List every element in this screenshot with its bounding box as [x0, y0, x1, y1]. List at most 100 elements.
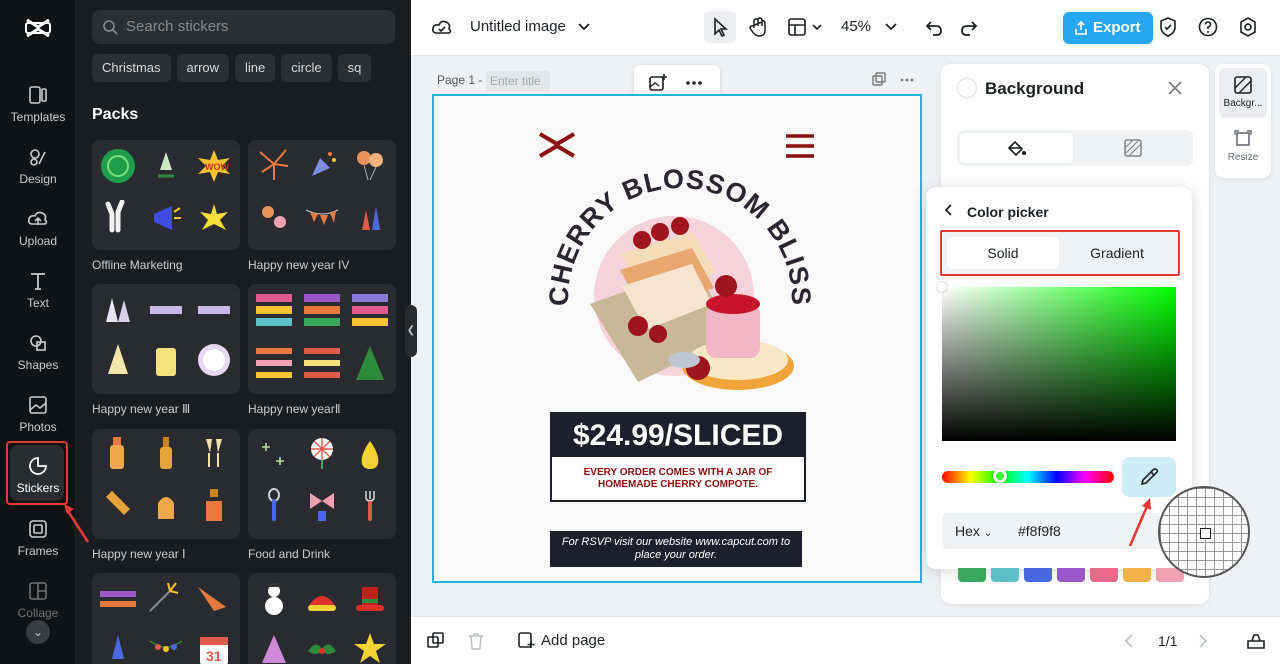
magnifier-target-pixel	[1200, 528, 1211, 539]
chevron-down-icon[interactable]	[806, 16, 828, 38]
page-more-icon[interactable]	[899, 72, 915, 88]
color-swatch[interactable]	[1024, 568, 1052, 582]
hue-handle[interactable]	[993, 469, 1007, 483]
sticker-tree-2	[262, 635, 286, 663]
sticker-rocket	[158, 152, 174, 178]
page-title-placeholder: Enter title	[490, 74, 541, 88]
layers-icon[interactable]	[426, 631, 446, 651]
hue-slider[interactable]	[942, 469, 1114, 483]
undo-icon[interactable]	[923, 16, 945, 38]
hand-pan-icon[interactable]	[747, 16, 769, 38]
pack-card[interactable]: Happy new year IV	[248, 140, 396, 272]
more-options-icon[interactable]	[684, 73, 704, 93]
chip[interactable]: line	[235, 54, 276, 82]
sticker-flowers	[262, 206, 286, 228]
chip[interactable]: Christmas	[92, 54, 171, 82]
eyedropper-button[interactable]	[1122, 457, 1176, 497]
add-page-button[interactable]: Add page	[517, 632, 605, 649]
zoom-level[interactable]: 45%	[841, 18, 871, 35]
price-text: $24.99/SLICED	[552, 414, 804, 457]
search-input[interactable]: Search stickers	[92, 10, 395, 44]
design-canvas[interactable]: CHERRY BLOSSOM BLISS $24.99/SLICED EVERY…	[432, 94, 922, 583]
rail-item-templates[interactable]: Templates	[0, 84, 76, 144]
image-pattern-icon[interactable]	[1123, 138, 1143, 158]
chevron-down-icon[interactable]	[573, 16, 595, 38]
sticker-cognac	[158, 497, 174, 519]
duplicate-page-icon[interactable]	[871, 72, 887, 88]
templates-icon	[29, 86, 47, 104]
capcut-logo[interactable]	[24, 14, 52, 42]
pack-card[interactable]: Food and Drink	[248, 429, 396, 561]
saturation-value-area[interactable]	[937, 282, 1176, 441]
right-rail-label: Backgr...	[1223, 98, 1263, 109]
price-subtext: EVERY ORDER COMES WITH A JAR OF HOMEMADE…	[583, 467, 773, 490]
background-color-swatch[interactable]	[957, 78, 977, 98]
layout-icon[interactable]	[786, 16, 808, 38]
rail-item-design[interactable]: Design	[0, 146, 76, 206]
page-panel-icon[interactable]	[1246, 631, 1266, 651]
sticker-happy-new-year-text	[256, 294, 292, 326]
redo-icon[interactable]	[958, 16, 980, 38]
pack-card[interactable]	[248, 573, 396, 664]
cloud-save-icon[interactable]	[431, 16, 453, 38]
hex-value-input[interactable]: #f8f9f8	[1018, 523, 1061, 539]
rail-item-label: Collage	[17, 606, 59, 620]
chevron-down-icon[interactable]: ⌄	[26, 620, 50, 644]
gradient-tab[interactable]: Gradient	[1061, 237, 1173, 269]
search-placeholder: Search stickers	[126, 18, 229, 35]
frames-icon	[29, 520, 47, 538]
page-title-input[interactable]: Enter title	[486, 71, 550, 91]
sticker-happy-new-year-text-3	[352, 294, 388, 326]
color-swatch[interactable]	[1123, 568, 1151, 582]
sticker-party-hats	[106, 298, 130, 322]
rail-item-shapes[interactable]: Shapes	[0, 332, 76, 392]
sticker-happy-new-year-text-4	[256, 348, 292, 378]
gear-icon[interactable]	[1237, 16, 1259, 38]
close-icon[interactable]	[1165, 78, 1185, 98]
next-page-icon[interactable]	[1196, 633, 1210, 649]
sticker-sparkles	[262, 443, 284, 465]
right-rail-resize[interactable]: Resize	[1219, 122, 1267, 172]
pack-card[interactable]: Happy new yearⅡ	[248, 284, 396, 416]
pack-card[interactable]: Happy new year Ⅲ	[92, 284, 240, 416]
back-arrow-icon[interactable]	[942, 203, 956, 217]
pack-name: Happy new year IV	[248, 258, 350, 272]
color-swatch[interactable]	[1057, 568, 1085, 582]
color-swatch[interactable]	[958, 568, 986, 582]
add-image-icon[interactable]	[648, 73, 668, 93]
chip[interactable]: sq	[337, 54, 372, 82]
pack-card[interactable]: WOW Offline Marketing	[92, 140, 240, 272]
pack-card[interactable]: 31	[92, 573, 240, 664]
document-title[interactable]: Untitled image	[470, 18, 566, 35]
color-swatch[interactable]	[1090, 568, 1118, 582]
rail-item-upload[interactable]: Upload	[0, 208, 76, 268]
delete-icon[interactable]	[466, 631, 486, 651]
sticker-spoon	[268, 488, 280, 521]
help-icon[interactable]	[1197, 16, 1219, 38]
color-swatch[interactable]	[991, 568, 1019, 582]
sticker-green-disc	[101, 149, 135, 183]
pack-name: Happy new yearⅡ	[248, 402, 341, 416]
export-button[interactable]: Export	[1063, 12, 1153, 44]
rail-item-stickers[interactable]: Stickers	[0, 441, 76, 505]
sticker-peace-hand	[105, 200, 125, 233]
color-mode-select[interactable]: Hex ⌄	[955, 523, 992, 539]
chevron-down-icon[interactable]	[880, 16, 902, 38]
right-rail: Backgr... Resize	[1215, 64, 1271, 178]
chip[interactable]: arrow	[176, 54, 230, 82]
sticker-new-year-text	[100, 591, 136, 607]
cursor-select-icon[interactable]	[709, 16, 731, 38]
solid-tab[interactable]: Solid	[947, 237, 1059, 269]
rail-item-text[interactable]: Text	[0, 270, 76, 330]
panel-collapse-handle[interactable]: ❮	[405, 305, 417, 357]
chip[interactable]: circle	[281, 54, 332, 82]
paint-bucket-icon[interactable]	[1005, 138, 1027, 158]
saturation-handle[interactable]	[937, 282, 947, 292]
sticker-top-hat	[356, 587, 384, 611]
prev-page-icon[interactable]	[1122, 633, 1136, 649]
shield-icon[interactable]	[1157, 16, 1179, 38]
sticker-rockets	[362, 206, 380, 230]
right-rail-background[interactable]: Backgr...	[1219, 68, 1267, 118]
pack-card[interactable]: Happy new year Ⅰ	[92, 429, 240, 561]
chevron-down-icon: ⌄	[983, 528, 993, 539]
